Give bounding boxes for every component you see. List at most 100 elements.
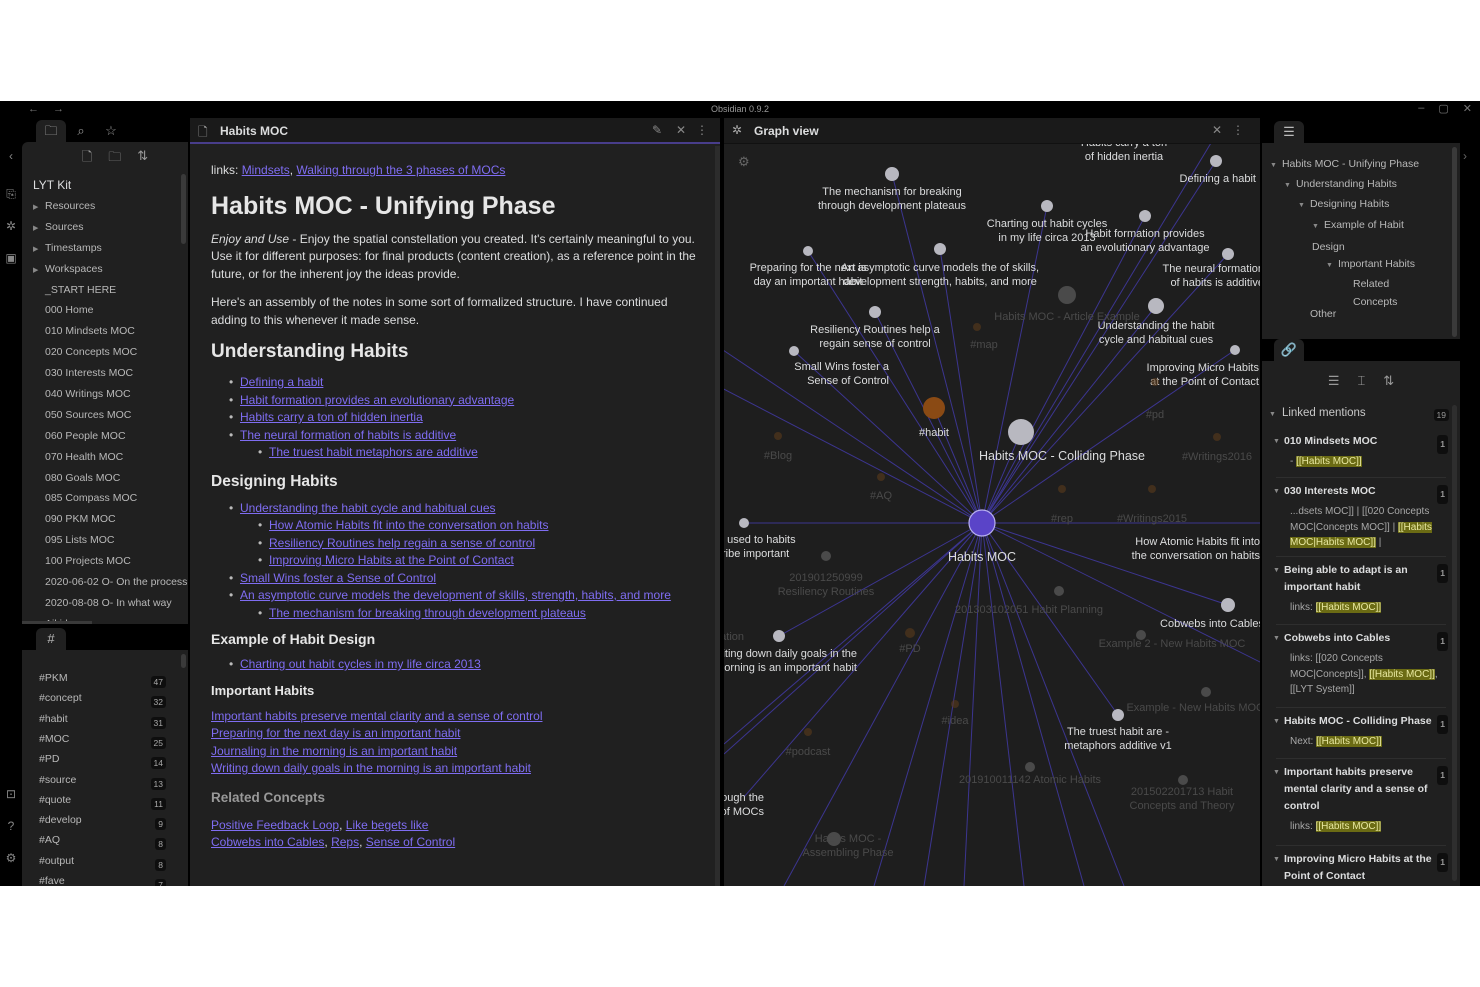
close-pane-icon[interactable]: ✕	[676, 123, 686, 137]
file-item[interactable]: 100 Projects MOC	[22, 551, 188, 572]
graph-node[interactable]: Understanding the habit cycle and habitua…	[1098, 298, 1215, 346]
linked-mentions-header[interactable]: ▼ Linked mentions 19	[1269, 407, 1449, 421]
file-explorer-tab-folder-icon[interactable]: 🗀	[36, 120, 66, 142]
maximize-button[interactable]: ▢	[1438, 102, 1448, 115]
new-folder-icon[interactable]: 🗀	[108, 148, 121, 172]
internal-link[interactable]: Defining a habit	[240, 375, 323, 389]
daily-note-calendar-icon[interactable]: ▣	[3, 250, 19, 266]
backlink-context[interactable]: links: [[Habits MOC]]	[1276, 600, 1448, 616]
outline-tab-list-icon[interactable]: ☰	[1274, 121, 1304, 143]
graph-node-dot[interactable]	[739, 518, 749, 528]
graph-node-dot[interactable]	[877, 473, 885, 481]
internal-link[interactable]: Charting out habit cycles in my life cir…	[240, 657, 481, 671]
backlink-file-title[interactable]: ▼ Habits MOC - Colliding Phase 1	[1273, 713, 1448, 734]
internal-link[interactable]: Resiliency Routines help regain a sense …	[269, 536, 535, 550]
graph-canvas[interactable]: Habits carry a tonof hidden inertia Defin…	[724, 144, 1260, 886]
backlink-file-title[interactable]: ▼ 030 Interests MOC 1	[1273, 483, 1448, 504]
tag-item[interactable]: #source 13	[39, 774, 166, 794]
internal-link[interactable]: Important habits preserve mental clarity…	[211, 709, 543, 723]
graph-node-dot[interactable]	[1148, 298, 1164, 314]
backlink-collapse-arrow-icon[interactable]: ▼	[1273, 630, 1280, 647]
editor-tab-title[interactable]: Habits MOC	[220, 124, 288, 138]
graph-node-dot[interactable]	[1058, 485, 1066, 493]
tag-item[interactable]: #quote 11	[39, 794, 166, 814]
graph-node-dot[interactable]	[1148, 485, 1156, 493]
backlink-context[interactable]: ...dsets MOC]] | [[020 Concepts MOC|Conc…	[1276, 504, 1448, 551]
folder-item[interactable]: ▶ Sources	[22, 217, 188, 238]
internal-link[interactable]: Mindsets	[242, 163, 290, 177]
file-item[interactable]: 030 Interests MOC	[22, 363, 188, 384]
backlink-collapse-arrow-icon[interactable]: ▼	[1273, 764, 1280, 781]
editor-scrollbar[interactable]	[715, 146, 720, 886]
file-item[interactable]: 090 PKM MOC	[22, 509, 188, 530]
graph-node-dot[interactable]	[1058, 286, 1076, 304]
close-window-button[interactable]: ✕	[1463, 102, 1472, 115]
graph-node-dot[interactable]	[951, 700, 959, 708]
graph-node[interactable]: Habits carry a tonof hidden inertia	[1081, 144, 1167, 163]
backlinks-tab-link-icon[interactable]: 🔗	[1274, 339, 1304, 361]
graph-node-dot[interactable]	[905, 628, 915, 638]
tag-item[interactable]: #MOC 25	[39, 733, 166, 753]
folder-item[interactable]: ▶ Timestamps	[22, 238, 188, 259]
graph-node[interactable]: Cobwebs into Cables	[1160, 598, 1260, 630]
outline-collapse-arrow-icon[interactable]: ▼	[1298, 202, 1305, 209]
internal-link[interactable]: Understanding the habit cycle and habitu…	[240, 501, 496, 515]
internal-link[interactable]: Positive Feedback Loop	[211, 818, 339, 832]
internal-link[interactable]: Improving Micro Habits at the Point of C…	[269, 553, 514, 567]
file-item[interactable]: 040 Writings MOC	[22, 384, 188, 405]
graph-node[interactable]: #AQ	[870, 473, 892, 502]
folder-item[interactable]: ▶ Workspaces	[22, 259, 188, 280]
internal-link[interactable]: Like begets like	[346, 818, 429, 832]
tag-item[interactable]: #concept 32	[39, 692, 166, 712]
graph-node-dot[interactable]	[1008, 419, 1034, 445]
outline-collapse-arrow-icon[interactable]: ▼	[1326, 262, 1333, 269]
graph-node[interactable]: #rep	[1051, 485, 1073, 525]
graph-node[interactable]: Habits MOC - Article Example	[994, 286, 1140, 323]
graph-node-dot[interactable]	[1213, 433, 1221, 441]
graph-node[interactable]: Habits MOC - Colliding Phase	[979, 419, 1145, 463]
internal-link[interactable]: The mechanism for breaking through devel…	[269, 606, 586, 620]
outline-item[interactable]: ▼ Designing Habits	[1298, 195, 1442, 215]
internal-link[interactable]: Walking through the 3 phases of MOCs	[296, 163, 505, 177]
graph-node[interactable]: Words used to habitsdescribe important	[724, 518, 796, 560]
graph-node[interactable]: How Atomic Habits fit into the conversati…	[1132, 536, 1260, 562]
collapse-results-icon[interactable]: ☰	[1328, 373, 1340, 401]
tag-pane-tab-hash-icon[interactable]: #	[36, 628, 66, 650]
graph-node[interactable]: #habit	[919, 397, 949, 439]
graph-node-dot[interactable]	[1201, 687, 1211, 697]
file-item[interactable]: 050 Sources MOC	[22, 405, 188, 426]
backlink-collapse-arrow-icon[interactable]: ▼	[1273, 433, 1280, 450]
file-item[interactable]: 085 Compass MOC	[22, 488, 188, 509]
graph-node-dot[interactable]	[1178, 775, 1188, 785]
graph-node-dot[interactable]	[934, 243, 946, 255]
outline-collapse-arrow-icon[interactable]: ▼	[1312, 223, 1319, 230]
graph-node-dot[interactable]	[1230, 345, 1240, 355]
backlink-context[interactable]: links: [[020 Concepts MOC|Concepts]], [[…	[1276, 651, 1448, 698]
internal-link[interactable]: Habits carry a ton of hidden inertia	[240, 410, 423, 424]
sort-backlinks-icon[interactable]: ⇅	[1383, 373, 1394, 401]
backlink-context[interactable]: links: [[Habits MOC]]	[1276, 819, 1448, 835]
sort-icon[interactable]: ⇅	[137, 148, 148, 172]
tag-pane-scrollbar[interactable]	[181, 654, 186, 668]
minimize-button[interactable]: –	[1418, 102, 1424, 115]
graph-view-icon[interactable]: ✲	[3, 218, 19, 234]
backlink-context[interactable]: - [[Habits MOC]]	[1276, 454, 1448, 470]
graph-node[interactable]: #Writings2015	[1117, 485, 1187, 525]
graph-node-dot[interactable]	[1112, 709, 1124, 721]
collapse-right-sidebar-icon[interactable]: ›	[1463, 149, 1467, 163]
backlink-collapse-arrow-icon[interactable]: ▼	[1273, 851, 1280, 868]
edit-pencil-icon[interactable]: ✎	[652, 123, 662, 137]
graph-node[interactable]: Small Wins foster a Sense of Control	[789, 346, 890, 387]
tag-item[interactable]: #fave 7	[39, 875, 166, 886]
graph-settings-gear-icon[interactable]: ⚙	[738, 154, 750, 170]
outline-item[interactable]: ▼ Understanding Habits	[1284, 175, 1442, 195]
graph-node-dot[interactable]	[1222, 248, 1234, 260]
tag-item[interactable]: #PKM 47	[39, 672, 166, 692]
file-item[interactable]: _START HERE	[22, 280, 188, 301]
graph-node[interactable]: Habit formation provides an evolutionary …	[1080, 210, 1210, 254]
show-more-context-icon[interactable]: ⌶	[1357, 373, 1365, 401]
graph-node[interactable]: #Blog	[764, 432, 792, 462]
backlink-file-title[interactable]: ▼ Cobwebs into Cables 1	[1273, 630, 1448, 651]
graph-node[interactable]: Example 2 - New Habits MOC	[1099, 630, 1246, 650]
backlink-file-title[interactable]: ▼ Being able to adapt is an important hab…	[1273, 562, 1448, 596]
